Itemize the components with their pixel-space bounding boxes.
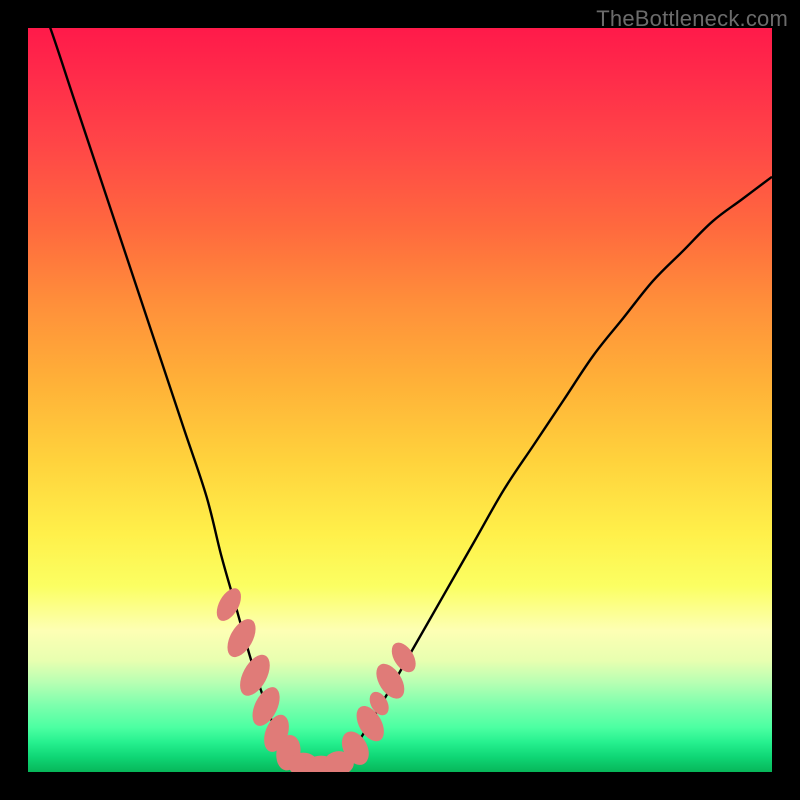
data-markers [212, 584, 421, 772]
bottleneck-curve [28, 28, 772, 772]
chart-frame: TheBottleneck.com [0, 0, 800, 800]
plot-area [28, 28, 772, 772]
data-marker [222, 614, 262, 661]
watermark-text: TheBottleneck.com [596, 6, 788, 32]
data-marker [212, 584, 246, 625]
